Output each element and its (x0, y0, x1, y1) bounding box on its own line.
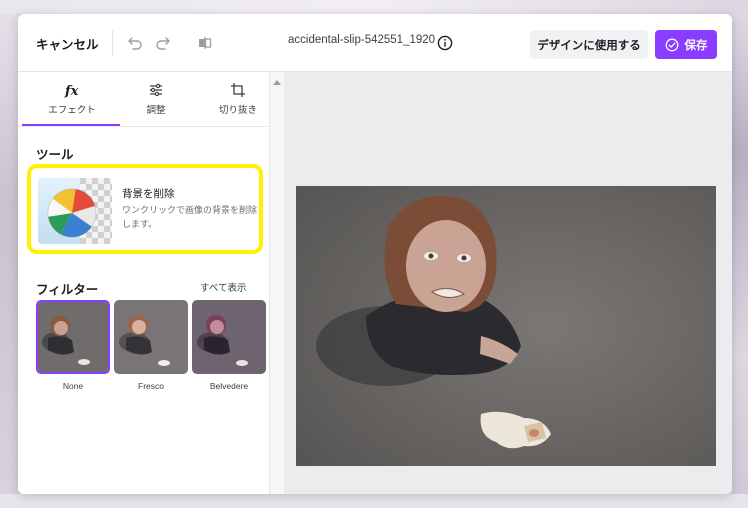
use-in-design-button[interactable]: デザインに使用する (530, 30, 648, 59)
backdrop-top (0, 0, 748, 14)
filter-thumbnail (36, 300, 110, 374)
remove-background-tool[interactable]: 背景を削除 ワンクリックで画像の背景を削除します。 (27, 164, 263, 254)
tools-heading: ツール (36, 147, 74, 162)
save-label: 保存 (684, 37, 708, 52)
filter-none[interactable]: None (36, 300, 110, 391)
fx-icon: fx (64, 84, 79, 98)
info-icon[interactable] (437, 35, 453, 51)
filter-thumbnail (192, 300, 266, 374)
edit-panel: fx エフェクト 調整 切り抜き ツール 背景を削除 ワンクリックで画像の背景を… (18, 72, 270, 494)
backdrop-right (732, 0, 748, 508)
remove-background-description: ワンクリックで画像の背景を削除します。 (122, 206, 258, 230)
filter-fresco[interactable]: Fresco (114, 300, 188, 391)
filter-label: None (62, 381, 84, 391)
tabs-divider (18, 126, 270, 127)
scroll-up-arrow-icon[interactable] (273, 80, 281, 85)
edit-tabs: fx エフェクト 調整 切り抜き (18, 72, 270, 126)
redo-icon[interactable] (152, 32, 174, 54)
filters-heading: フィルター (36, 282, 99, 297)
filter-label: Fresco (138, 381, 164, 391)
photo-preview[interactable] (296, 186, 716, 466)
backdrop-bottom (0, 494, 748, 508)
editor-header: キャンセル accidental-slip-542551_1920 デザインに使… (18, 14, 732, 72)
beach-ball-icon (47, 188, 97, 238)
filter-thumbnail (114, 300, 188, 374)
remove-background-title: 背景を削除 (122, 188, 175, 200)
cancel-button[interactable]: キャンセル (36, 31, 99, 55)
undo-icon[interactable] (124, 32, 146, 54)
filter-belvedere[interactable]: Belvedere (192, 300, 266, 391)
tab-crop-label: 切り抜き (218, 105, 257, 116)
svg-text:fx: fx (64, 84, 79, 98)
image-canvas (284, 72, 732, 494)
sliders-icon (150, 83, 162, 97)
filter-label: Belvedere (209, 381, 249, 391)
image-editor-modal: キャンセル accidental-slip-542551_1920 デザインに使… (18, 14, 732, 494)
check-circle-icon (665, 38, 678, 51)
backdrop-left (0, 0, 18, 508)
see-all-filters-link[interactable]: すべて表示 (200, 280, 246, 294)
compare-icon[interactable] (194, 32, 216, 54)
crop-icon (231, 83, 245, 97)
save-button[interactable]: 保存 (655, 30, 717, 59)
panel-scrollbar[interactable] (270, 72, 284, 494)
file-name: accidental-slip-542551_1920 (288, 34, 436, 46)
tab-adjust-label: 調整 (146, 105, 166, 116)
tab-effects-label: エフェクト (48, 105, 96, 116)
header-divider (112, 30, 113, 56)
remove-background-thumbnail (38, 178, 112, 244)
